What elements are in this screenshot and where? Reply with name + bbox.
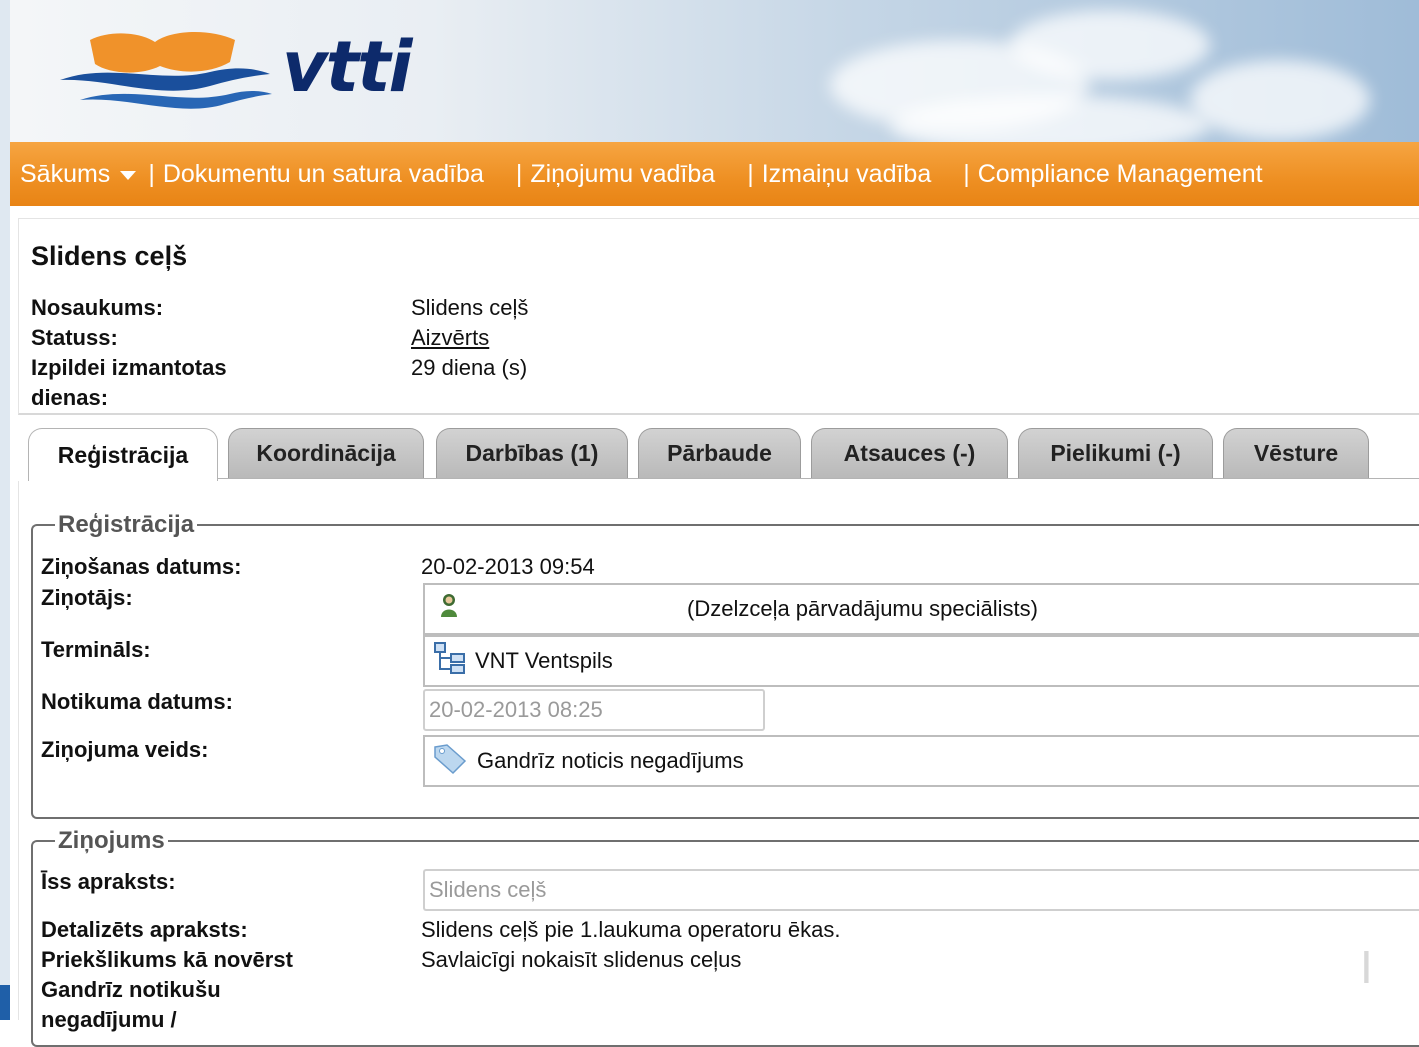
tab-review[interactable]: Pārbaude — [638, 428, 801, 478]
report-type-field[interactable]: Gandrīz noticis negadījums — [423, 735, 1419, 787]
status-label: Statuss: — [31, 325, 118, 350]
fieldset-legend: Ziņojums — [58, 827, 165, 854]
record-summary: Slidens ceļš Nosaukums: Slidens ceļš Sta… — [18, 218, 1419, 415]
tab-history[interactable]: Vēsture — [1223, 428, 1369, 478]
event-date-label: Notikuma datums: — [41, 689, 233, 714]
status-link[interactable]: Aizvērts — [411, 323, 489, 353]
tab-actions[interactable]: Darbības (1) — [436, 428, 628, 478]
name-label: Nosaukums: — [31, 295, 164, 320]
days-used-value: 29 diena (s) — [411, 355, 528, 380]
nav-item-label: Compliance Management — [977, 159, 1263, 188]
short-desc-input[interactable]: Slidens ceļš — [423, 869, 1419, 911]
org-tree-icon — [433, 641, 467, 681]
tab-registration[interactable]: Reģistrācija — [28, 428, 218, 481]
tab-content: Reģistrācija Ziņošanas datums: 20-02-201… — [18, 481, 1419, 1047]
caret-down-icon[interactable] — [120, 170, 137, 180]
tab-references[interactable]: Atsauces (-) — [811, 428, 1008, 478]
tab-label: Vēsture — [1253, 440, 1339, 466]
tab-divider — [28, 478, 1419, 479]
nav-separator: | — [148, 159, 155, 188]
reporter-field[interactable]: (Dzelzceļa pārvadājumu speciālists) — [423, 583, 1419, 635]
tab-bar: Reģistrācija Koordinācija Darbības (1) P… — [28, 428, 1419, 481]
nav-item-label: Sākums — [20, 159, 111, 188]
name-value: Slidens ceļš — [411, 295, 529, 320]
tab-label: Atsauces (-) — [843, 440, 976, 466]
nav-item-label: Izmaiņu vadība — [761, 159, 932, 188]
nav-item-documents[interactable]: Dokumentu un satura vadība — [163, 160, 484, 189]
tab-coordination[interactable]: Koordinācija — [228, 428, 424, 478]
proposal-label: Priekšlikums kā novērst Gandrīz notikušu… — [41, 947, 293, 1032]
vtti-logo[interactable]: vtti — [50, 22, 413, 122]
reporter-label: Ziņotājs: — [41, 585, 133, 610]
fieldset-legend: Reģistrācija — [58, 511, 195, 538]
report-type-label: Ziņojuma veids: — [41, 737, 209, 762]
window-frame — [0, 0, 10, 1020]
nav-separator: | — [963, 159, 970, 188]
tab-attachments[interactable]: Pielikumi (-) — [1018, 428, 1213, 478]
report-type-value: Gandrīz noticis negadījums — [477, 748, 744, 773]
tab-label: Koordinācija — [256, 440, 396, 466]
tab-label: Pārbaude — [667, 440, 772, 466]
page-title: Slidens ceļš — [31, 241, 188, 271]
nav-separator: | — [747, 159, 754, 188]
site-header: vtti — [10, 0, 1419, 142]
tab-label: Reģistrācija — [57, 441, 189, 468]
terminal-field[interactable]: VNT Ventspils — [423, 635, 1419, 687]
nav-separator: | — [515, 159, 523, 188]
detail-desc-value: Slidens ceļš pie 1.laukuma operatoru ēka… — [421, 917, 841, 942]
terminal-value: VNT Ventspils — [475, 648, 613, 673]
nav-item-changes[interactable]: Izmaiņu vadība — [762, 160, 932, 189]
tab-label: Darbības (1) — [465, 440, 599, 466]
nav-item-label: Ziņojumu vadība — [530, 159, 716, 188]
detail-desc-label: Detalizēts apraksts: — [41, 917, 248, 942]
reporter-value: (Dzelzceļa pārvadājumu speciālists) — [687, 596, 1038, 621]
tab-label: Pielikumi (-) — [1050, 440, 1181, 466]
report-date-value: 20-02-2013 09:54 — [421, 554, 595, 579]
terminal-label: Termināls: — [41, 637, 151, 662]
logo-wordmark: vtti — [282, 26, 413, 108]
nav-item-label: Dokumentu un satura vadība — [162, 159, 484, 188]
text-cursor-icon: I — [1360, 941, 1373, 993]
nav-item-home[interactable]: Sākums — [20, 160, 148, 189]
window-frame-accent — [0, 985, 10, 1020]
main-navigation: Sākums | Dokumentu un satura vadība | Zi… — [10, 142, 1419, 206]
tag-icon — [431, 741, 469, 781]
user-icon — [439, 593, 459, 625]
nav-item-compliance[interactable]: Compliance Management — [978, 160, 1263, 189]
short-desc-label: Īss apraksts: — [41, 869, 176, 894]
report-date-label: Ziņošanas datums: — [41, 554, 242, 579]
nav-item-reports[interactable]: Ziņojumu vadība — [530, 160, 715, 189]
vtti-waves-icon — [60, 31, 272, 109]
event-date-input[interactable]: 20-02-2013 08:25 — [423, 689, 765, 731]
days-used-label: Izpildei izmantotas dienas: — [31, 355, 227, 410]
proposal-value: Savlaicīgi nokaisīt slidenus ceļus — [421, 947, 742, 972]
